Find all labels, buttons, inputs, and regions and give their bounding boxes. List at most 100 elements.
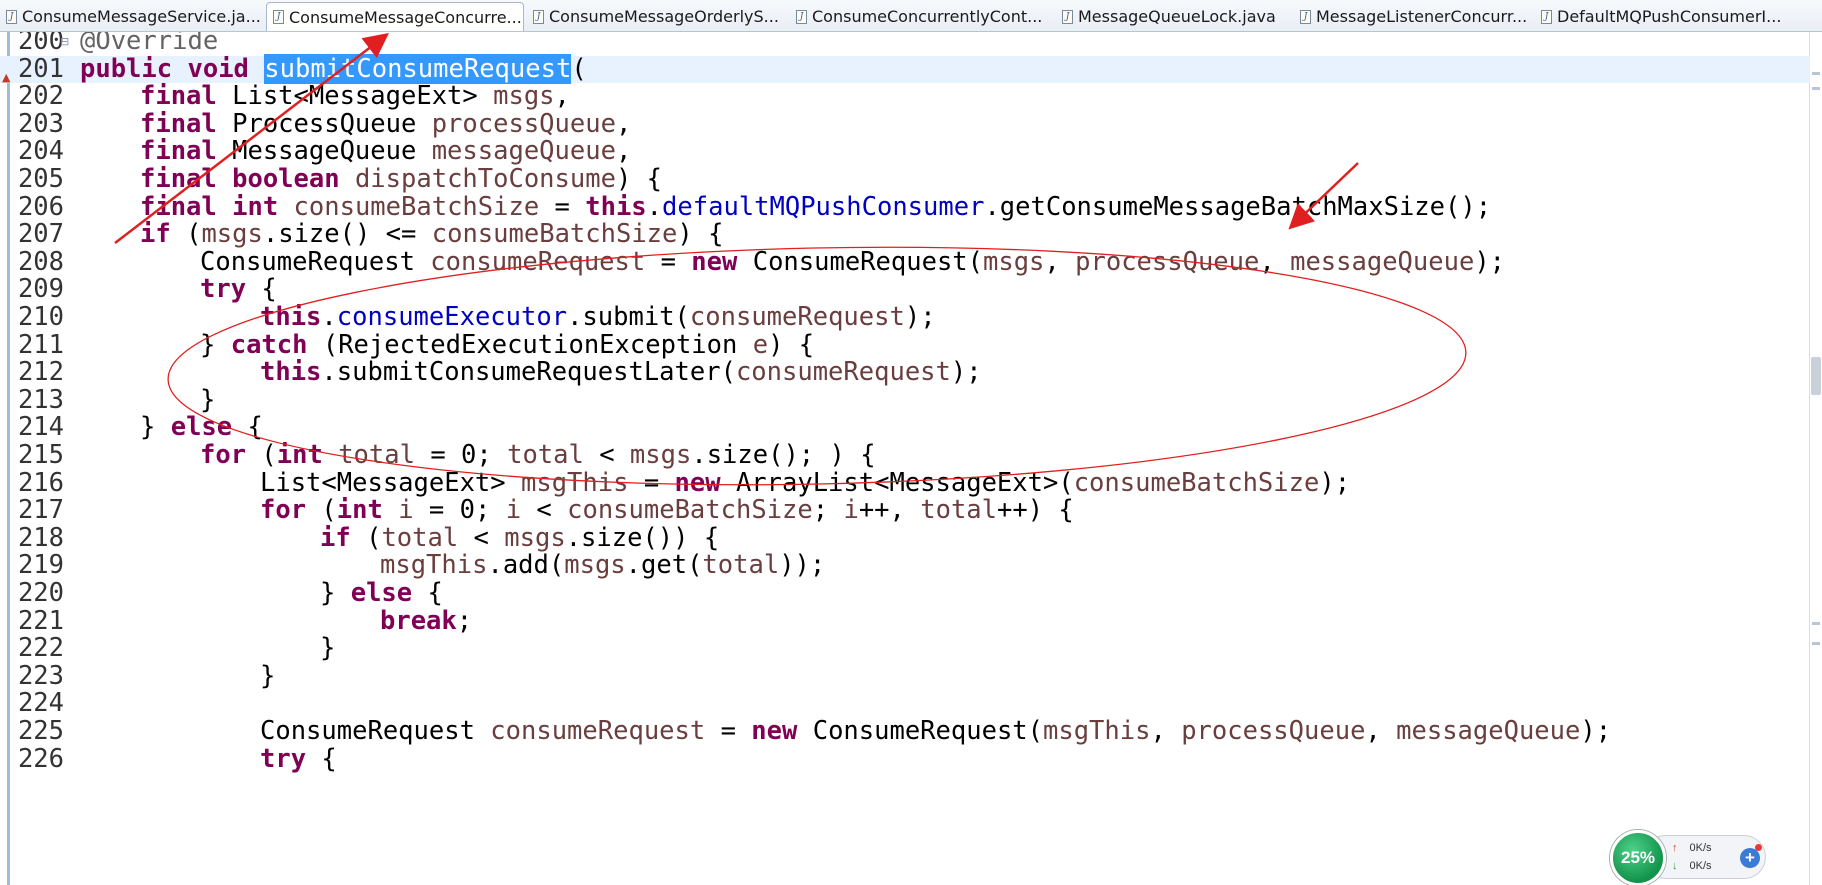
- code-token: this: [585, 191, 647, 222]
- code-text: final MessageQueue messageQueue,: [140, 138, 631, 166]
- editor-tab[interactable]: J DefaultMQPushConsumerI...: [1535, 2, 1785, 31]
- code-line[interactable]: 205 final boolean dispatchToConsume) {: [0, 164, 1810, 194]
- code-text: ConsumeRequest consumeRequest = new Cons…: [260, 716, 1611, 746]
- code-token: new: [674, 467, 721, 498]
- code-text: List<MessageExt> msgThis = new ArrayList…: [260, 467, 1351, 498]
- occurrence-marker[interactable]: [1812, 87, 1820, 90]
- editor-tab[interactable]: JConsumeMessageConcurre...⊠: [266, 2, 524, 31]
- editor-tab[interactable]: J MessageQueueLock.java: [1056, 2, 1290, 31]
- overview-ruler-thumb[interactable]: [1811, 357, 1821, 395]
- code-token: =: [705, 716, 752, 746]
- editor-tab[interactable]: JConsumeMessageService.ja...⊠: [0, 2, 262, 31]
- code-line[interactable]: 201 ▲ public void submitConsumeRequest(: [0, 53, 1810, 84]
- code-token: ,: [615, 136, 632, 167]
- code-token: final: [140, 191, 217, 222]
- code-line[interactable]: 211} catch (RejectedExecutionException e…: [0, 331, 1810, 360]
- line-number: 218: [17, 522, 64, 553]
- code-line[interactable]: 213}: [0, 384, 1810, 415]
- code-line[interactable]: 225 ConsumeRequest consumeRequest = new C…: [0, 716, 1810, 746]
- java-file-icon: J: [1541, 9, 1552, 24]
- editor-tab[interactable]: J ConsumeMessageOrderlyS...: [527, 2, 787, 31]
- code-token: MessageQueue: [216, 136, 432, 167]
- code-token: boolean: [232, 164, 340, 194]
- code-line[interactable]: 200 ⊟ @Override: [0, 32, 1810, 56]
- code-token: (: [571, 53, 587, 84]
- code-line[interactable]: 212 this.submitConsumeRequestLater(consum…: [0, 357, 1810, 388]
- code-token: break: [380, 605, 457, 636]
- code-line[interactable]: 226 try {: [0, 743, 1810, 774]
- code-line[interactable]: 220} else {: [0, 579, 1810, 608]
- fold-collapse-icon[interactable]: ⊟: [60, 32, 69, 56]
- editor-tab[interactable]: J MessageListenerConcurr...: [1294, 2, 1532, 31]
- overview-ruler[interactable]: [1809, 32, 1822, 885]
- line-number: 210: [17, 302, 64, 332]
- code-token: List<MessageExt>: [260, 467, 521, 498]
- code-token: <: [458, 522, 505, 553]
- code-line[interactable]: 204 final MessageQueue messageQueue,: [0, 138, 1810, 166]
- speed-widget-plus-icon[interactable]: +: [1740, 848, 1760, 868]
- code-editor[interactable]: 200 ⊟ @Override 201 ▲ public void submitConsu…: [0, 32, 1822, 885]
- code-text: msgThis.add(msgs.get(total));: [380, 552, 825, 580]
- code-token: );: [950, 357, 982, 388]
- code-line[interactable]: 214} else {: [0, 414, 1810, 442]
- code-line[interactable]: 207 if (msgs.size() <= consumeBatchSize) …: [0, 219, 1810, 250]
- code-token: i: [398, 495, 414, 526]
- code-line[interactable]: 223}: [0, 660, 1810, 691]
- code-line[interactable]: 208 ConsumeRequest consumeRequest = new C…: [0, 246, 1810, 277]
- code-token: .size(); ) {: [691, 440, 876, 470]
- code-token: );: [1319, 467, 1351, 498]
- code-token: msgs: [564, 550, 626, 581]
- code-token: void: [187, 53, 249, 84]
- code-text: } else {: [320, 579, 443, 608]
- memory-usage-badge[interactable]: 25%: [1610, 830, 1666, 885]
- code-text: final int consumeBatchSize = this.defaul…: [140, 191, 1491, 222]
- code-line[interactable]: 202 final List<MessageExt> msgs,: [0, 81, 1810, 112]
- code-token: msgs: [201, 219, 263, 250]
- occurrence-marker[interactable]: [1812, 642, 1820, 645]
- line-number: 214: [17, 412, 64, 443]
- code-token: }: [260, 660, 276, 691]
- java-file-icon: J: [1300, 9, 1311, 24]
- code-token: ));: [779, 550, 826, 581]
- code-token: .: [646, 191, 663, 222]
- code-text: this.consumeExecutor.submit(consumeReque…: [260, 302, 936, 332]
- code-line[interactable]: 217 for (int i = 0; i < consumeBatchSize;…: [0, 495, 1810, 526]
- code-token: msgs: [504, 522, 566, 553]
- code-token: msgThis: [521, 467, 629, 498]
- code-token: );: [904, 302, 936, 332]
- java-file-icon: J: [6, 9, 17, 24]
- code-token: this: [260, 302, 322, 332]
- editor-tab[interactable]: J ConsumeConcurrentlyCont...: [790, 2, 1052, 31]
- code-line[interactable]: 209 try {: [0, 276, 1810, 304]
- code-line[interactable]: 206 final int consumeBatchSize = this.def…: [0, 191, 1810, 222]
- code-token: processQueue: [1181, 716, 1366, 746]
- code-line[interactable]: 216 List<MessageExt> msgThis = new ArrayL…: [0, 467, 1810, 498]
- line-number: 221: [17, 605, 64, 636]
- code-token: {: [306, 743, 337, 774]
- code-token: if: [140, 219, 171, 250]
- code-line[interactable]: 221 break;: [0, 605, 1810, 636]
- code-token: .add(: [487, 550, 565, 581]
- occurrence-marker[interactable]: [1812, 622, 1820, 625]
- code-line[interactable]: 219 msgThis.add(msgs.get(total));: [0, 552, 1810, 580]
- network-speed-widget[interactable]: 25% ↑ 0K/s ↓ 0K/s +: [1610, 830, 1770, 885]
- code-token: .submitConsumeRequestLater(: [321, 357, 736, 388]
- occurrence-marker[interactable]: [1812, 72, 1820, 75]
- code-line[interactable]: 224: [0, 690, 1810, 718]
- line-number: 206: [17, 191, 64, 222]
- code-line[interactable]: 203 final ProcessQueue processQueue,: [0, 110, 1810, 139]
- code-line[interactable]: 218 if (total < msgs.size()) {: [0, 522, 1810, 553]
- code-line[interactable]: 215 for (int total = 0; total < msgs.size…: [0, 440, 1810, 470]
- code-token: msgs: [629, 440, 692, 470]
- code-token: =: [645, 246, 692, 277]
- code-line[interactable]: 210 this.consumeExecutor.submit(consumeRe…: [0, 302, 1810, 332]
- code-line[interactable]: 222}: [0, 634, 1810, 663]
- code-token: ) {: [677, 219, 724, 250]
- line-number: 224: [17, 688, 64, 719]
- code-token: msgThis: [1043, 716, 1151, 746]
- code-token: }: [200, 384, 216, 415]
- code-token: ,: [554, 81, 570, 112]
- code-token: .size()) {: [565, 522, 720, 553]
- code-token: consumeBatchSize: [293, 191, 540, 222]
